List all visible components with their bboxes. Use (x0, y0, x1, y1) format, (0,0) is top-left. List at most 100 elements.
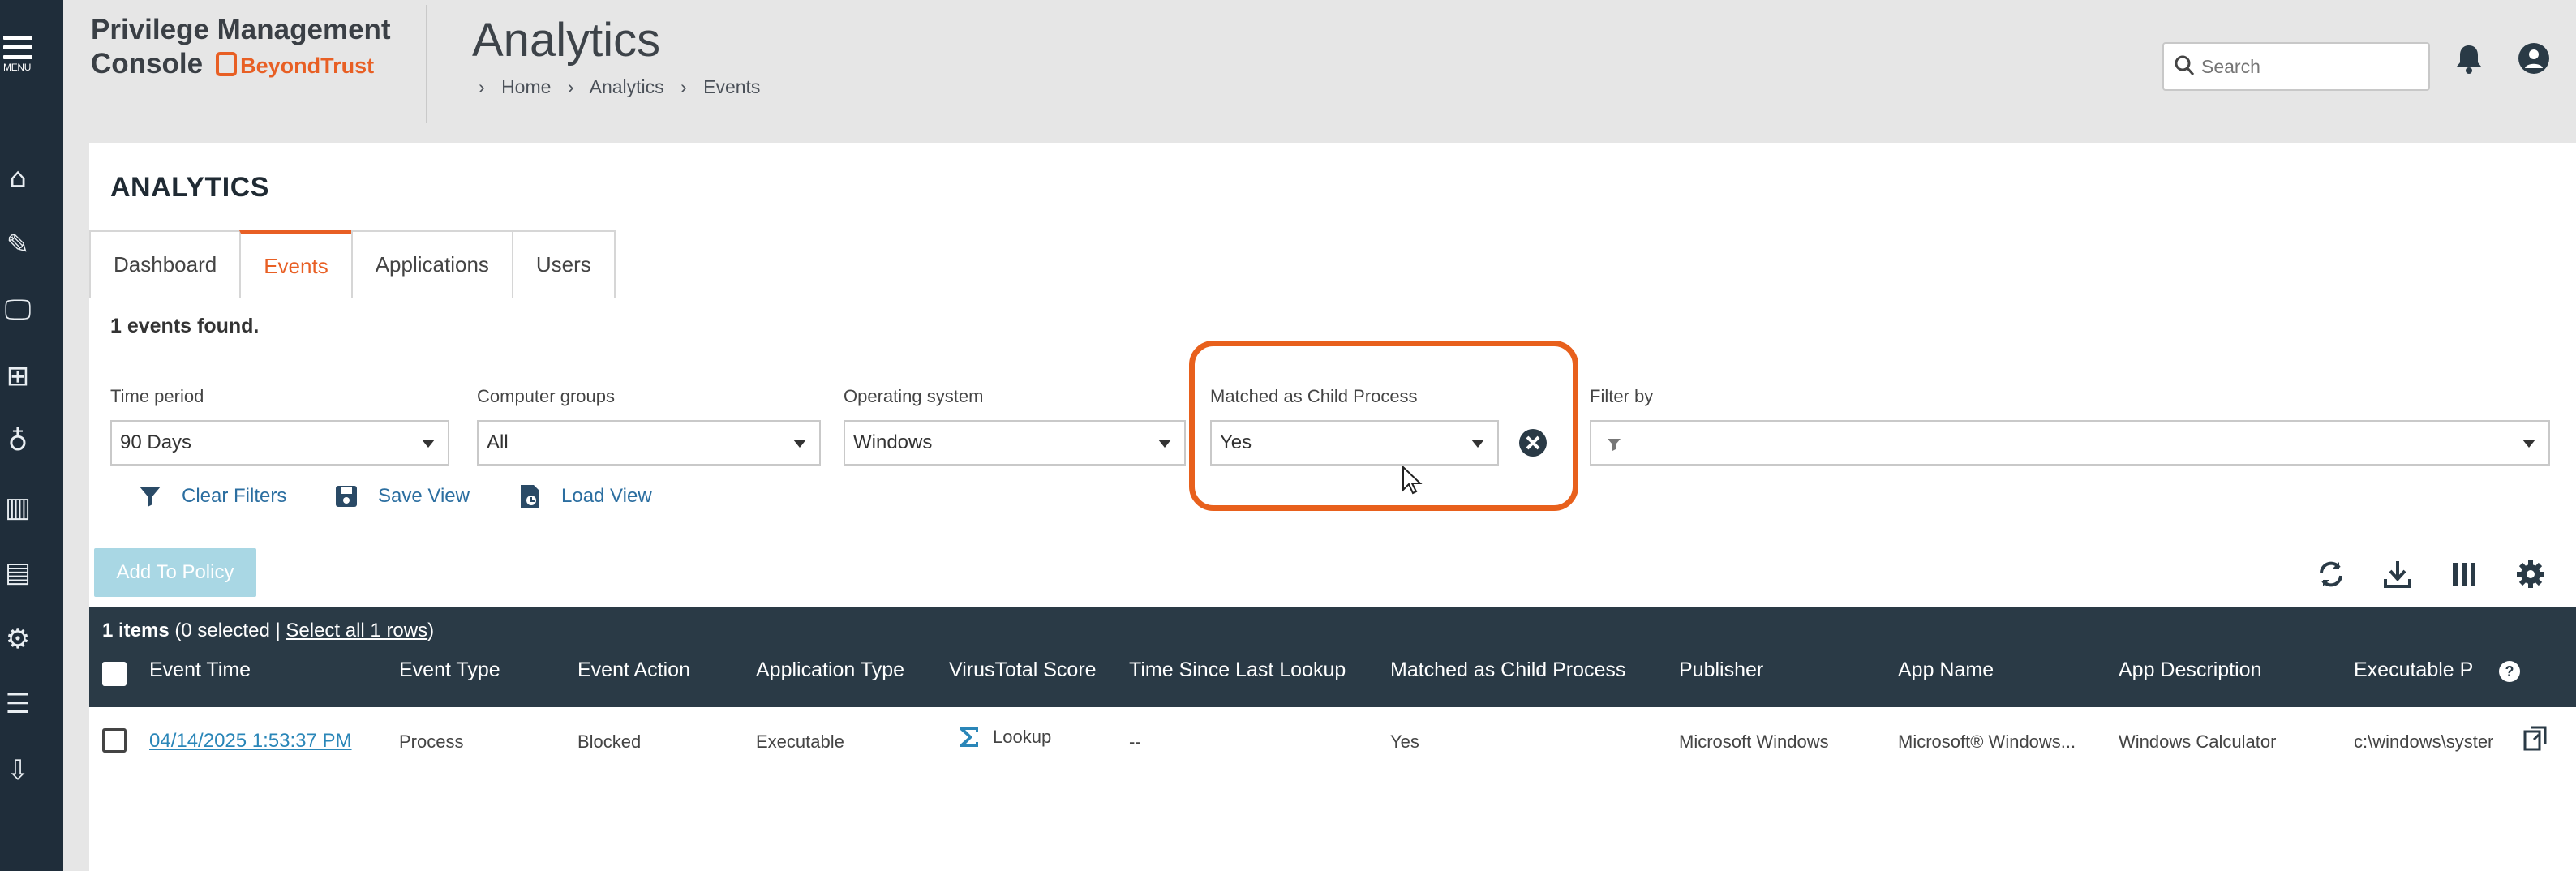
section-title: ANALYTICS (110, 172, 269, 203)
downloads-icon[interactable]: ⇩ (2, 754, 34, 787)
cell-app-description: Windows Calculator (2119, 732, 2277, 752)
computer-groups-select[interactable]: All (477, 420, 821, 466)
load-view-label: Load View (561, 485, 652, 507)
search-input[interactable] (2201, 52, 2420, 81)
breadcrumb-separator: › (479, 76, 485, 97)
operating-system-select[interactable]: Windows (844, 420, 1186, 466)
inbox-icon[interactable]: ▤ (2, 556, 34, 589)
home-icon[interactable]: ⌂ (2, 162, 34, 195)
select-all-link[interactable]: Select all 1 rows (286, 620, 427, 641)
header-divider (426, 5, 427, 123)
analytics-icon[interactable]: ▥ (2, 491, 34, 524)
column-event-time[interactable]: Event Time (149, 659, 251, 682)
column-matched-child-process[interactable]: Matched as Child Process (1390, 659, 1625, 682)
save-icon (336, 486, 357, 507)
event-time-link[interactable]: 04/14/2025 1:53:37 PM (149, 730, 352, 753)
highlight-annotation (1189, 341, 1578, 511)
reports-icon[interactable]: ☰ (2, 688, 34, 720)
column-publisher[interactable]: Publisher (1679, 659, 1763, 682)
beyondtrust-wordmark: BeyondTrust (240, 54, 375, 78)
menu-bar (3, 36, 32, 40)
policies-icon[interactable]: ✎ (2, 229, 34, 261)
clear-filters-label: Clear Filters (182, 485, 287, 507)
grid-header: 1 items (0 selected | Select all 1 rows)… (89, 607, 2576, 707)
app-header: Privilege Management Console BeyondTrust … (63, 0, 2576, 143)
cell-application-type: Executable (756, 732, 844, 752)
menu-bar (3, 55, 32, 59)
add-to-policy-button[interactable]: Add To Policy (94, 548, 256, 597)
left-nav-rail: MENU ⌂ ✎ 🖵 ⊞ ♁ ▥ ▤ ⚙ ☰ ⇩ (0, 0, 63, 871)
column-app-name[interactable]: App Name (1898, 659, 1994, 682)
brand-line-2: Console (91, 48, 204, 79)
cell-event-type: Process (399, 732, 464, 752)
brand-line-1: Privilege Management (91, 14, 391, 45)
computer-groups-value: All (487, 431, 509, 453)
breadcrumb-analytics[interactable]: Analytics (590, 76, 664, 97)
tab-users[interactable]: Users (511, 230, 616, 298)
cell-time-since-lookup: -- (1129, 732, 1141, 752)
gear-icon[interactable] (2514, 558, 2547, 590)
sigma-icon (960, 727, 978, 747)
clear-filters-button[interactable]: Clear Filters (138, 483, 286, 509)
computer-groups-label: Computer groups (477, 386, 615, 406)
time-period-select[interactable]: 90 Days (110, 420, 449, 466)
bell-icon[interactable] (2451, 41, 2487, 76)
chevron-down-icon (1158, 440, 1171, 448)
breadcrumb-events: Events (703, 76, 761, 97)
funnel-icon (1608, 439, 1621, 451)
help-icon[interactable]: ? (2498, 660, 2521, 683)
menu-bar (3, 45, 32, 49)
breadcrumb-separator: › (680, 76, 687, 97)
search-box[interactable] (2162, 42, 2430, 91)
insights-icon[interactable]: ♁ (2, 425, 34, 457)
download-icon[interactable] (2381, 558, 2414, 590)
tab-events[interactable]: Events (239, 230, 353, 298)
search-icon (2175, 55, 2195, 75)
column-app-description[interactable]: App Description (2119, 659, 2261, 682)
save-view-button[interactable]: Save View (334, 483, 470, 509)
refresh-icon[interactable] (2315, 558, 2347, 590)
virustotal-lookup-button[interactable]: Lookup (957, 725, 1051, 749)
columns-icon[interactable] (2448, 558, 2480, 590)
cell-matched-child: Yes (1390, 732, 1419, 752)
column-executable-path[interactable]: Executable P (2354, 659, 2484, 682)
beyondtrust-logo: BeyondTrust (216, 52, 375, 78)
column-virustotal-score[interactable]: VirusTotal Score (949, 659, 1097, 682)
tab-applications[interactable]: Applications (350, 230, 513, 298)
time-period-label: Time period (110, 386, 204, 406)
column-time-since-lookup[interactable]: Time Since Last Lookup (1129, 659, 1346, 682)
column-event-type[interactable]: Event Type (399, 659, 500, 682)
cell-executable-path: c:\windows\syster (2354, 732, 2494, 752)
svg-text:?: ? (2505, 663, 2514, 680)
tab-dashboard[interactable]: Dashboard (89, 230, 242, 298)
cell-publisher: Microsoft Windows (1679, 732, 1829, 752)
items-count: 1 items (102, 620, 170, 641)
computers-icon[interactable]: 🖵 (2, 294, 34, 326)
menu-button[interactable]: MENU (3, 36, 36, 73)
load-view-button[interactable]: Load View (517, 483, 652, 509)
cell-event-action: Blocked (577, 732, 642, 752)
groups-icon[interactable]: ⊞ (2, 360, 34, 393)
page-title: Analytics (472, 14, 661, 67)
filter-by-select[interactable] (1590, 420, 2550, 466)
operating-system-label: Operating system (844, 386, 984, 406)
chevron-down-icon (422, 440, 435, 448)
results-count: 1 events found. (110, 315, 260, 337)
row-checkbox[interactable] (102, 728, 127, 753)
time-period-value: 90 Days (120, 431, 192, 453)
add-to-policy-row-icon[interactable] (2522, 725, 2550, 753)
events-grid: 1 items (0 selected | Select all 1 rows)… (89, 607, 2576, 775)
select-all-checkbox[interactable] (102, 662, 127, 686)
settings-icon[interactable]: ⚙ (2, 623, 34, 655)
chevron-down-icon (793, 440, 806, 448)
table-row[interactable]: 04/14/2025 1:53:37 PM Process Blocked Ex… (89, 707, 2576, 775)
user-account-icon[interactable] (2516, 41, 2552, 76)
breadcrumb-separator: › (567, 76, 574, 97)
column-event-action[interactable]: Event Action (577, 659, 690, 682)
tab-bar: Dashboard Events Applications Users (89, 230, 616, 298)
column-application-type[interactable]: Application Type (756, 659, 904, 682)
load-file-icon (521, 485, 539, 508)
breadcrumb-home[interactable]: Home (501, 76, 551, 97)
lookup-label: Lookup (993, 727, 1052, 747)
selected-count: (0 selected | (174, 620, 281, 641)
